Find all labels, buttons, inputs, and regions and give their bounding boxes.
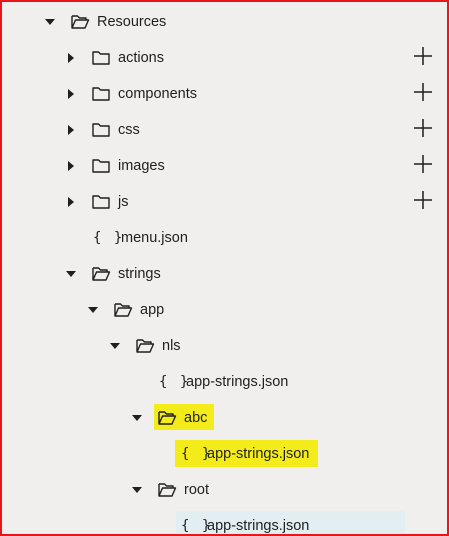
folder-icon <box>92 87 110 101</box>
plus-icon[interactable] <box>412 117 434 139</box>
caret-right-icon[interactable] <box>65 88 77 100</box>
tree-node-menu-json[interactable]: { } menu.json <box>2 223 447 253</box>
tree-node-label: css <box>118 122 140 138</box>
plus-icon[interactable] <box>412 81 434 103</box>
tree-node-label: Resources <box>97 14 167 30</box>
tree-node-label: app-strings.json <box>207 446 310 462</box>
tree-node-label: abc <box>184 410 208 426</box>
tree-node-abc[interactable]: abc <box>2 403 447 433</box>
caret-right-icon[interactable] <box>65 160 77 172</box>
caret-down-icon[interactable] <box>65 268 77 280</box>
folder-icon <box>92 195 110 209</box>
folder-icon <box>92 51 110 65</box>
folder-open-icon <box>158 411 177 425</box>
tree-node-label: components <box>118 86 197 102</box>
tree-node-label: actions <box>118 50 164 66</box>
tree-node-label: nls <box>162 338 181 354</box>
tree-node-label: strings <box>118 266 161 282</box>
caret-right-icon[interactable] <box>65 52 77 64</box>
caret-down-icon[interactable] <box>131 484 143 496</box>
tree-node-nls-app-strings-json[interactable]: { } app-strings.json <box>2 367 447 397</box>
tree-node-label: app-strings.json <box>186 374 289 390</box>
plus-icon[interactable] <box>412 153 434 175</box>
tree-node-app[interactable]: app <box>2 295 447 325</box>
caret-right-icon[interactable] <box>65 124 77 136</box>
tree-node-label: root <box>184 482 209 498</box>
tree-node-label: js <box>118 194 129 210</box>
caret-right-icon[interactable] <box>65 196 77 208</box>
tree-node-abc-app-strings-json[interactable]: { } app-strings.json <box>2 439 447 469</box>
tree-node-nls[interactable]: nls <box>2 331 447 361</box>
tree-node-css[interactable]: css <box>2 115 447 145</box>
tree-node-root-app-strings-json[interactable]: { } app-strings.json <box>2 511 447 534</box>
folder-icon <box>92 159 110 173</box>
tree-node-images[interactable]: images <box>2 151 447 181</box>
tree-node-strings[interactable]: strings <box>2 259 447 289</box>
tree-node-resources[interactable]: Resources <box>2 7 447 37</box>
folder-open-icon <box>92 267 111 281</box>
folder-open-icon <box>114 303 133 317</box>
file-tree-panel: Resources actions components css images <box>0 0 449 536</box>
folder-icon <box>92 123 110 137</box>
caret-down-icon[interactable] <box>109 340 121 352</box>
caret-down-icon[interactable] <box>87 304 99 316</box>
tree-node-components[interactable]: components <box>2 79 447 109</box>
tree-node-label: app <box>140 302 165 318</box>
folder-open-icon <box>158 483 177 497</box>
tree-node-root[interactable]: root <box>2 475 447 505</box>
json-file-icon: { } <box>93 230 125 246</box>
folder-open-icon <box>136 339 155 353</box>
tree-node-actions[interactable]: actions <box>2 43 447 73</box>
plus-icon[interactable] <box>412 189 434 211</box>
plus-icon[interactable] <box>412 45 434 67</box>
folder-open-icon <box>71 15 90 29</box>
tree-node-label: images <box>118 158 165 174</box>
tree-node-label: app-strings.json <box>207 518 310 534</box>
tree-node-label: menu.json <box>121 230 188 246</box>
caret-down-icon[interactable] <box>44 16 56 28</box>
caret-down-icon[interactable] <box>131 412 143 424</box>
tree-node-js[interactable]: js <box>2 187 447 217</box>
